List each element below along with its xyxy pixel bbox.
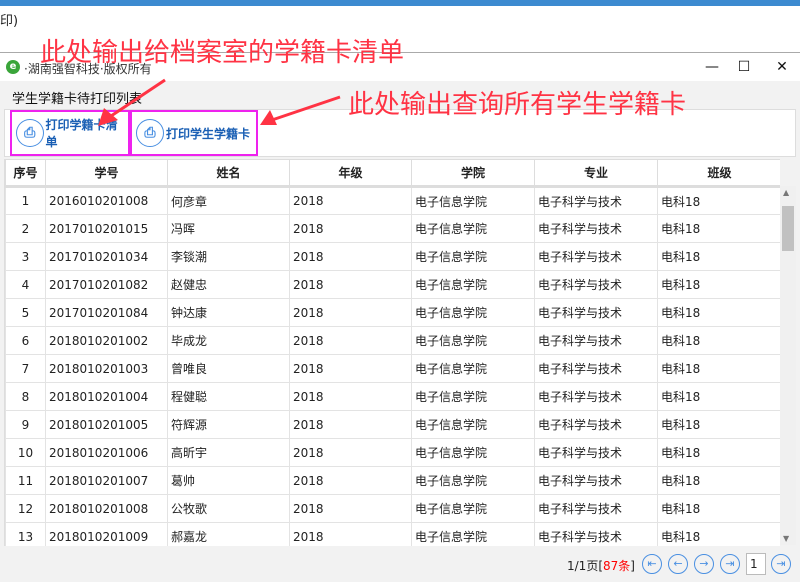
- arrow-head: [98, 108, 118, 126]
- arrow-line: [271, 95, 341, 122]
- arrow-head: [260, 110, 277, 125]
- arrow-line: [107, 78, 166, 120]
- annotation-arrows: [98, 78, 341, 126]
